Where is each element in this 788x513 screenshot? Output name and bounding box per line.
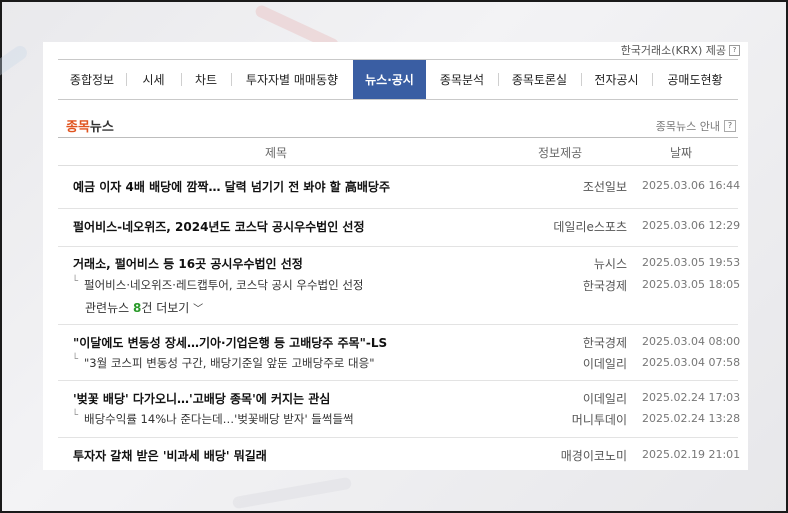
related-news-suffix: 건 더보기 xyxy=(141,301,190,315)
news-title-link[interactable]: 예금 이자 4배 배당에 깜짝… 달력 넘기기 전 봐야 할 高배당주 xyxy=(73,178,390,195)
news-row: 거래소, 펄어비스 등 16곳 공시우수법인 선정 뉴시스 2025.03.05… xyxy=(58,247,741,325)
news-date: 2025.03.04 08:00 xyxy=(642,335,741,348)
sub-news-arrow-icon: └ xyxy=(72,354,79,365)
news-source: 매경이코노미 xyxy=(560,449,627,463)
section-title-rest: 뉴스 xyxy=(89,120,114,135)
sub-news-title-link[interactable]: 배당수익률 14%나 준다는데…'벚꽃배당 받자' 들썩들썩 xyxy=(84,411,354,427)
sub-news-title-link[interactable]: "3월 코스피 변동성 구간, 배당기준일 앞둔 고배당주로 대응" xyxy=(84,355,374,371)
news-row: 펄어비스-네오위즈, 2024년도 코스닥 공시우수법인 선정 데일리e스포츠 … xyxy=(58,209,741,247)
news-title-link[interactable]: "이달에도 변동성 장세…기아·기업은행 등 고배당주 주목"-LS xyxy=(73,334,387,351)
news-date: 2025.03.05 18:05 xyxy=(642,278,741,291)
table-header: 제목 정보제공 날짜 xyxy=(58,137,738,166)
tab-e-disclosure[interactable]: 전자공시 xyxy=(581,60,652,99)
news-date: 2025.03.06 12:29 xyxy=(642,219,741,232)
column-date: 날짜 xyxy=(670,146,693,160)
krx-provider: 한국거래소(KRX) 제공 ? xyxy=(621,42,740,58)
column-source: 정보제공 xyxy=(538,146,583,160)
sub-news-title-link[interactable]: 펄어비스·네오위즈·레드캡투어, 코스닥 공시 우수법인 선정 xyxy=(84,277,364,293)
chevron-down-icon: ﹀ xyxy=(193,304,204,315)
news-title-link[interactable]: 펄어비스-네오위즈, 2024년도 코스닥 공시우수법인 선정 xyxy=(73,218,365,235)
news-guide-label[interactable]: 종목뉴스 안내 xyxy=(656,118,720,134)
tab-news-disclosure[interactable]: 뉴스·공시 xyxy=(353,60,426,99)
section-title: 종목뉴스 xyxy=(66,116,114,135)
news-source: 조선일보 xyxy=(582,180,627,194)
news-title-link[interactable]: '벚꽃 배당' 다가오니…'고배당 종목'에 커지는 관심 xyxy=(73,390,330,407)
tab-quotes[interactable]: 시세 xyxy=(126,60,181,99)
related-news-more-link[interactable]: 관련뉴스 8건 더보기 ﹀ xyxy=(85,299,203,316)
news-source: 이데일리 xyxy=(582,392,627,406)
news-source: 데일리e스포츠 xyxy=(553,220,627,234)
news-row: 투자자 갈채 받은 '비과세 배당' 뭐길래 매경이코노미 2025.02.19… xyxy=(58,438,741,470)
news-row: "이달에도 변동성 장세…기아·기업은행 등 고배당주 주목"-LS 한국경제 … xyxy=(58,325,741,381)
news-source: 한국경제 xyxy=(582,336,627,350)
news-date: 2025.03.04 07:58 xyxy=(642,356,741,369)
help-icon[interactable]: ? xyxy=(729,44,740,56)
help-icon[interactable]: ? xyxy=(724,120,736,132)
news-source: 뉴시스 xyxy=(593,257,627,271)
column-title: 제목 xyxy=(265,146,288,160)
news-date: 2025.02.19 21:01 xyxy=(642,448,741,461)
stock-info-panel: 한국거래소(KRX) 제공 ? 종합정보 시세 차트 투자자별 매매동향 뉴스·… xyxy=(43,42,748,470)
tab-analysis[interactable]: 종목분석 xyxy=(426,60,498,99)
sub-news-arrow-icon: └ xyxy=(72,276,79,287)
news-list: 예금 이자 4배 배당에 깜짝… 달력 넘기기 전 봐야 할 高배당주 조선일보… xyxy=(58,165,741,470)
section-title-highlight: 종목 xyxy=(66,120,90,135)
tab-chart[interactable]: 차트 xyxy=(181,60,231,99)
news-row: 예금 이자 4배 배당에 깜짝… 달력 넘기기 전 봐야 할 高배당주 조선일보… xyxy=(58,165,741,209)
news-row: '벚꽃 배당' 다가오니…'고배당 종목'에 커지는 관심 이데일리 2025.… xyxy=(58,381,741,438)
krx-label: 한국거래소(KRX) 제공 xyxy=(620,44,726,57)
tab-short-selling[interactable]: 공매도현황 xyxy=(652,60,738,99)
related-news-prefix: 관련뉴스 xyxy=(85,301,133,315)
tab-overview[interactable]: 종합정보 xyxy=(58,60,126,99)
sub-news-arrow-icon: └ xyxy=(72,410,79,421)
news-title-link[interactable]: 거래소, 펄어비스 등 16곳 공시우수법인 선정 xyxy=(73,255,303,272)
tab-investor-trading[interactable]: 투자자별 매매동향 xyxy=(231,60,353,99)
news-source: 한국경제 xyxy=(582,279,627,293)
tab-discussion[interactable]: 종목토론실 xyxy=(498,60,581,99)
news-date: 2025.03.05 19:53 xyxy=(642,256,741,269)
news-date: 2025.02.24 17:03 xyxy=(642,391,741,404)
news-source: 이데일리 xyxy=(582,357,627,371)
news-date: 2025.02.24 13:28 xyxy=(642,412,741,425)
news-date: 2025.03.06 16:44 xyxy=(642,179,741,192)
news-title-link[interactable]: 투자자 갈채 받은 '비과세 배당' 뭐길래 xyxy=(73,447,267,464)
news-guide-link[interactable]: 종목뉴스 안내 ? xyxy=(656,118,736,134)
news-source: 머니투데이 xyxy=(571,413,627,427)
tab-bar: 종합정보 시세 차트 투자자별 매매동향 뉴스·공시 종목분석 종목토론실 전자… xyxy=(58,59,738,100)
